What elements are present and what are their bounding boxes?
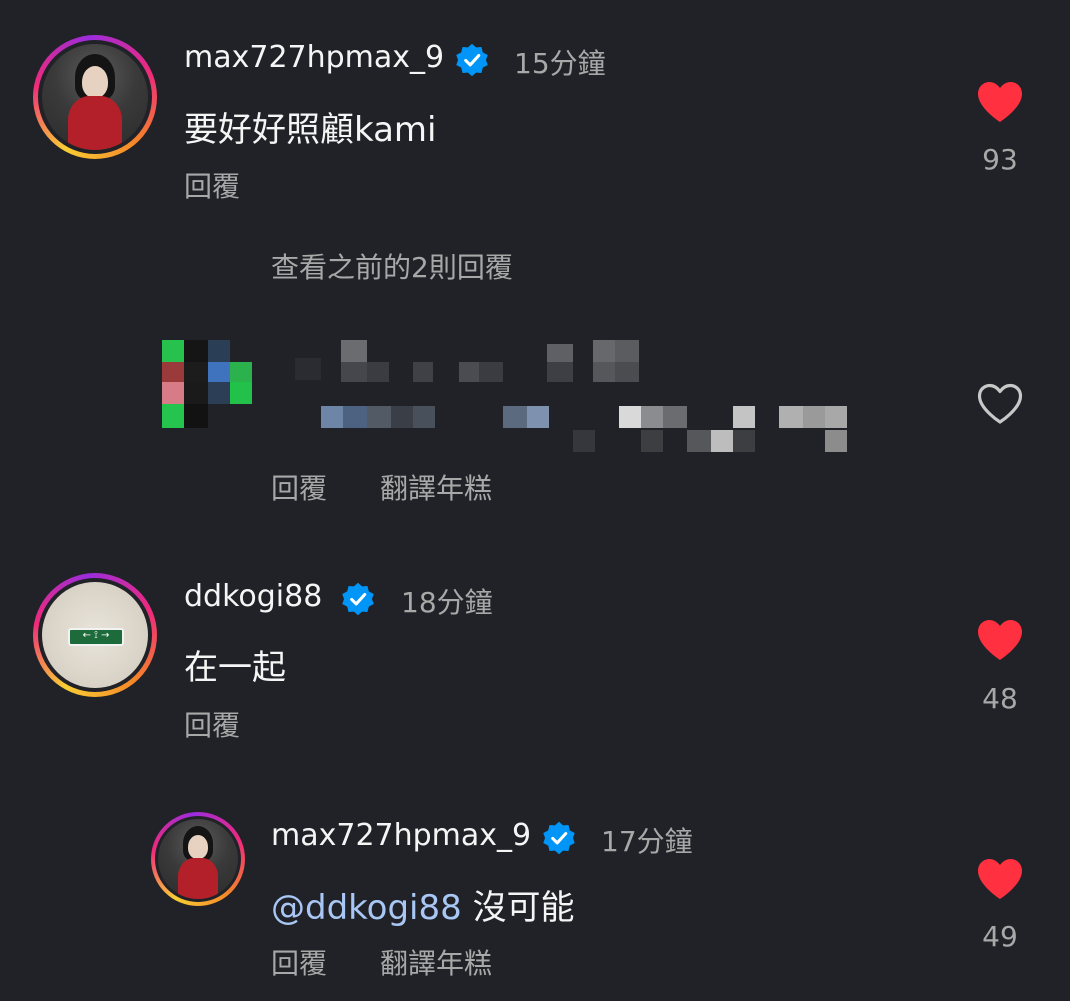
comment-body: 沒可能 bbox=[472, 888, 575, 928]
heart-filled-icon[interactable] bbox=[976, 618, 1024, 662]
heart-outline-icon[interactable] bbox=[976, 382, 1024, 426]
avatar-ring-gap: ← ⟟ → bbox=[38, 578, 152, 692]
comment-text: 在一起 bbox=[184, 648, 286, 688]
person-face bbox=[188, 835, 208, 859]
heart-filled-icon[interactable] bbox=[976, 857, 1024, 901]
avatar-ring-gap bbox=[155, 816, 241, 902]
person-face bbox=[82, 66, 108, 98]
comment-text: 要好好照顧kami bbox=[184, 110, 437, 150]
verified-badge-icon bbox=[456, 43, 488, 77]
like-count: 49 bbox=[982, 920, 1018, 953]
reply-button[interactable]: 回覆 bbox=[271, 467, 327, 507]
comment-username[interactable]: max727hpmax_9 bbox=[271, 818, 531, 853]
translate-button[interactable]: 翻譯年糕 bbox=[380, 942, 492, 982]
like-count: 48 bbox=[982, 682, 1018, 715]
verified-badge-icon bbox=[342, 582, 374, 616]
translate-button[interactable]: 翻譯年糕 bbox=[380, 467, 492, 507]
pixelated-avatar[interactable] bbox=[162, 340, 254, 430]
comment-timestamp: 17分鐘 bbox=[601, 825, 693, 858]
avatar-image: ← ⟟ → bbox=[42, 582, 148, 688]
mention-link[interactable]: @ddkogi88 bbox=[271, 888, 462, 928]
view-previous-replies-button[interactable]: 查看之前的2則回覆 bbox=[271, 246, 513, 286]
avatar-image bbox=[158, 819, 238, 899]
avatar-ring-gap bbox=[38, 40, 152, 154]
avatar-image bbox=[42, 44, 148, 150]
comment-timestamp: 15分鐘 bbox=[514, 47, 606, 80]
person-red-outfit bbox=[68, 96, 122, 150]
verified-badge-icon bbox=[543, 821, 575, 855]
person-red-outfit bbox=[178, 858, 218, 899]
reply-button[interactable]: 回覆 bbox=[184, 704, 240, 744]
comment-username[interactable]: max727hpmax_9 bbox=[184, 40, 444, 75]
reply-button[interactable]: 回覆 bbox=[184, 165, 240, 205]
avatar[interactable] bbox=[151, 812, 245, 906]
comment-username[interactable]: ddkogi88 bbox=[184, 579, 322, 614]
heart-filled-icon[interactable] bbox=[976, 80, 1024, 124]
exit-sign-icon: ← ⟟ → bbox=[68, 628, 124, 646]
like-count: 93 bbox=[982, 143, 1018, 176]
reply-button[interactable]: 回覆 bbox=[271, 942, 327, 982]
comment-text: @ddkogi88 沒可能 bbox=[271, 880, 575, 929]
avatar[interactable]: ← ⟟ → bbox=[33, 573, 157, 697]
avatar[interactable] bbox=[33, 35, 157, 159]
pixelated-comment-content bbox=[295, 338, 855, 458]
comment-timestamp: 18分鐘 bbox=[401, 586, 493, 619]
